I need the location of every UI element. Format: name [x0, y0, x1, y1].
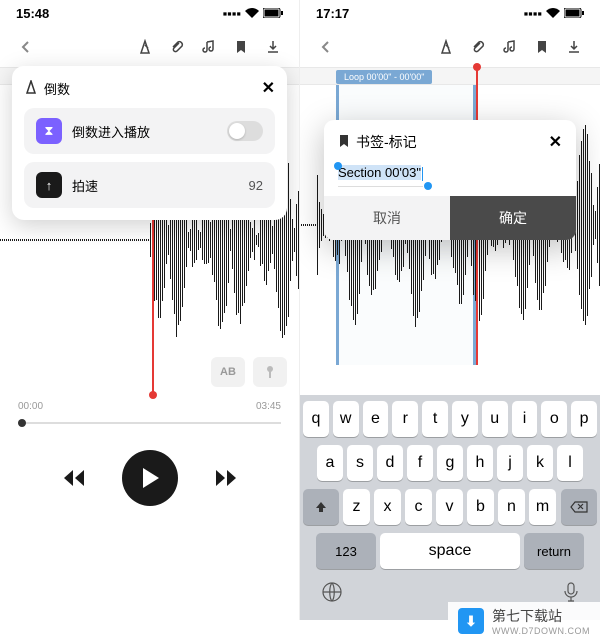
- forward-button[interactable]: [208, 460, 244, 496]
- transport-controls: [0, 432, 299, 524]
- key-m[interactable]: m: [529, 489, 556, 525]
- time-display: 00:00 03:45: [0, 395, 299, 418]
- key-j[interactable]: j: [497, 445, 523, 481]
- backspace-key[interactable]: [561, 489, 597, 525]
- key-v[interactable]: v: [436, 489, 463, 525]
- tempo-row[interactable]: ↑ 拍速 92: [24, 162, 275, 208]
- confirm-button[interactable]: 确定: [450, 196, 576, 240]
- key-t[interactable]: t: [422, 401, 448, 437]
- time-current: 00:00: [18, 401, 43, 412]
- status-indicators: ▪▪▪▪: [524, 6, 584, 21]
- toolbar: [0, 27, 299, 67]
- attachment-icon[interactable]: [464, 33, 492, 61]
- key-b[interactable]: b: [467, 489, 494, 525]
- toolbar: [300, 27, 600, 67]
- bookmark-icon: [338, 134, 350, 151]
- key-a[interactable]: a: [317, 445, 343, 481]
- key-q[interactable]: q: [303, 401, 329, 437]
- battery-icon: [564, 6, 584, 21]
- download-icon[interactable]: [560, 33, 588, 61]
- cancel-button[interactable]: 取消: [324, 196, 450, 240]
- countdown-toggle[interactable]: [227, 121, 263, 141]
- key-r[interactable]: r: [392, 401, 418, 437]
- key-e[interactable]: e: [363, 401, 389, 437]
- space-key[interactable]: space: [380, 533, 520, 569]
- key-p[interactable]: p: [571, 401, 597, 437]
- tempo-value: 92: [249, 178, 263, 193]
- bookmark-icon[interactable]: [528, 33, 556, 61]
- music-note-icon[interactable]: [496, 33, 524, 61]
- key-y[interactable]: y: [452, 401, 478, 437]
- close-button[interactable]: ✕: [262, 78, 275, 98]
- popup-title: 倒数: [44, 79, 70, 98]
- key-d[interactable]: d: [377, 445, 403, 481]
- key-z[interactable]: z: [343, 489, 370, 525]
- logo-icon: ⬇: [458, 608, 484, 634]
- ab-loop-button[interactable]: AB: [211, 357, 245, 387]
- key-x[interactable]: x: [374, 489, 401, 525]
- return-key[interactable]: return: [524, 533, 584, 569]
- wifi-icon: [245, 6, 259, 21]
- battery-icon: [263, 6, 283, 21]
- key-f[interactable]: f: [407, 445, 433, 481]
- countdown-play-row[interactable]: ⧗ 倒数进入播放: [24, 108, 275, 154]
- status-bar: 17:17 ▪▪▪▪: [300, 0, 600, 27]
- key-u[interactable]: u: [482, 401, 508, 437]
- shift-key[interactable]: [303, 489, 339, 525]
- key-k[interactable]: k: [527, 445, 553, 481]
- right-screenshot: 17:17 ▪▪▪▪: [300, 0, 600, 620]
- close-button[interactable]: ✕: [549, 132, 562, 152]
- back-button[interactable]: [12, 33, 40, 61]
- metronome-icon[interactable]: [131, 33, 159, 61]
- tempo-icon: ↑: [36, 172, 62, 198]
- key-s[interactable]: s: [347, 445, 373, 481]
- attachment-icon[interactable]: [163, 33, 191, 61]
- signal-icon: ▪▪▪▪: [223, 6, 241, 21]
- status-indicators: ▪▪▪▪: [223, 6, 283, 21]
- timeline-ruler[interactable]: Loop 00'00" - 00'00": [300, 67, 600, 85]
- row-label: 倒数进入播放: [72, 122, 227, 141]
- key-n[interactable]: n: [498, 489, 525, 525]
- play-button[interactable]: [122, 450, 178, 506]
- watermark-brand: 第七下载站: [492, 606, 590, 626]
- watermark-url: WWW.D7DOWN.COM: [492, 626, 590, 636]
- download-icon[interactable]: [259, 33, 287, 61]
- numbers-key[interactable]: 123: [316, 533, 376, 569]
- seek-bar[interactable]: [0, 418, 299, 432]
- countdown-popup: 倒数 ✕ ⧗ 倒数进入播放 ↑ 拍速 92: [12, 66, 287, 220]
- hourglass-icon: ⧗: [36, 118, 62, 144]
- status-bar: 15:48 ▪▪▪▪: [0, 0, 299, 27]
- status-time: 15:48: [16, 6, 49, 21]
- key-c[interactable]: c: [405, 489, 432, 525]
- signal-icon: ▪▪▪▪: [524, 6, 542, 21]
- key-l[interactable]: l: [557, 445, 583, 481]
- dialog-title: 书签-标记: [356, 132, 417, 152]
- key-o[interactable]: o: [541, 401, 567, 437]
- rewind-button[interactable]: [56, 460, 92, 496]
- key-h[interactable]: h: [467, 445, 493, 481]
- key-g[interactable]: g: [437, 445, 463, 481]
- bookmark-icon[interactable]: [227, 33, 255, 61]
- bookmark-name-input[interactable]: Section 00'03": [338, 159, 423, 187]
- globe-key[interactable]: [321, 581, 343, 608]
- keyboard: qwertyuiop asdfghjkl zxcvbnm 123 space r…: [300, 395, 600, 620]
- loop-label[interactable]: Loop 00'00" - 00'00": [336, 70, 432, 84]
- metronome-icon: [24, 80, 38, 97]
- status-time: 17:17: [316, 6, 349, 21]
- key-w[interactable]: w: [333, 401, 359, 437]
- wifi-icon: [546, 6, 560, 21]
- time-total: 03:45: [256, 401, 281, 412]
- key-i[interactable]: i: [512, 401, 538, 437]
- metronome-icon[interactable]: [432, 33, 460, 61]
- left-screenshot: 15:48 ▪▪▪▪: [0, 0, 300, 620]
- row-label: 拍速: [72, 176, 249, 195]
- watermark: ⬇ 第七下载站 WWW.D7DOWN.COM: [448, 602, 600, 640]
- back-button[interactable]: [312, 33, 340, 61]
- seek-thumb[interactable]: [18, 419, 26, 427]
- marker-button[interactable]: [253, 357, 287, 387]
- music-note-icon[interactable]: [195, 33, 223, 61]
- bookmark-dialog: 书签-标记 ✕ Section 00'03" 取消 确定: [324, 120, 576, 240]
